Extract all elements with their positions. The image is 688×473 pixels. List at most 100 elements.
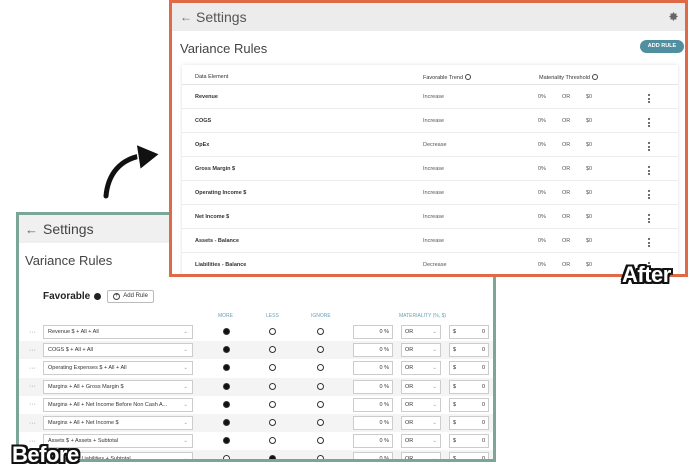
materiality-pct-input[interactable]: 0 %	[353, 416, 393, 431]
radio-more[interactable]	[223, 382, 230, 390]
kebab-menu-icon[interactable]	[648, 190, 650, 201]
materiality-pct-input[interactable]: 0 %	[353, 397, 393, 412]
info-icon[interactable]	[465, 74, 472, 80]
drag-handle-icon[interactable]: ···	[29, 383, 36, 390]
radio-more[interactable]	[223, 455, 230, 459]
materiality-amount-input[interactable]: $0	[449, 379, 489, 394]
kebab-menu-icon[interactable]	[648, 166, 650, 177]
radio-more[interactable]	[223, 346, 230, 354]
favorable-trend: Decrease	[423, 262, 447, 268]
radio-ignore[interactable]	[317, 328, 324, 335]
table-row[interactable]: Liabilities - Balance Decrease 0% OR $0	[182, 253, 678, 274]
gear-icon[interactable]	[668, 11, 679, 22]
radio-less[interactable]	[269, 364, 276, 372]
chevron-down-icon: ⌄	[432, 365, 437, 372]
currency-symbol: $	[453, 456, 457, 462]
radio-ignore[interactable]	[317, 400, 324, 408]
materiality-pct-input[interactable]: 0 %	[353, 452, 393, 459]
table-row[interactable]: COGS Increase 0% OR $0	[182, 109, 678, 133]
radio-more[interactable]	[223, 437, 230, 445]
radio-less[interactable]	[269, 437, 276, 445]
rule-value: Operating Expenses $ + All + All	[48, 365, 127, 372]
kebab-menu-icon[interactable]	[648, 94, 650, 105]
threshold-amount: $0	[586, 214, 593, 220]
drag-handle-icon[interactable]: ···	[29, 365, 36, 372]
table-row: ··· Operating Expenses $ + All + All ⌄ 0 % O…	[19, 359, 493, 377]
materiality-amount-input[interactable]: $0	[449, 325, 489, 340]
materiality-amount-input[interactable]: $0	[449, 343, 489, 358]
operator-select[interactable]: OR ⌄	[401, 397, 441, 412]
kebab-menu-icon[interactable]	[648, 238, 650, 249]
back-arrow-icon[interactable]: ←	[180, 10, 196, 24]
table-row[interactable]: Net Income $ Increase 0% OR $0	[182, 205, 678, 229]
operator-select[interactable]: OR ⌄	[401, 361, 441, 376]
materiality-amount-input[interactable]: $0	[449, 416, 489, 431]
kebab-menu-icon[interactable]	[648, 118, 650, 129]
operator-select[interactable]: OR ⌄	[401, 416, 441, 431]
radio-ignore[interactable]	[317, 364, 324, 372]
operator-select[interactable]: OR ⌄	[401, 434, 441, 449]
radio-ignore[interactable]	[317, 346, 324, 354]
rule-select[interactable]: Margins + All + Net Income Before Non Ca…	[43, 397, 193, 412]
table-row: ··· Assets $ + Assets + Subtotal ⌄ 0 % OR ⌄ $0	[19, 432, 493, 450]
drag-handle-icon[interactable]: ···	[29, 420, 36, 427]
radio-less[interactable]	[269, 455, 276, 459]
rule-select[interactable]: Margins + All + Net Income $ ⌄	[43, 416, 193, 431]
chevron-down-icon: ⌄	[183, 401, 188, 408]
radio-ignore[interactable]	[317, 437, 324, 445]
radio-more[interactable]	[223, 364, 230, 372]
radio-less[interactable]	[269, 382, 276, 390]
table-row[interactable]: Operating Income $ Increase 0% OR $0	[182, 181, 678, 205]
chevron-down-icon: ⌄	[432, 329, 437, 336]
materiality-pct-input[interactable]: 0 %	[353, 361, 393, 376]
back-arrow-icon[interactable]: ←	[25, 222, 43, 237]
radio-ignore[interactable]	[317, 382, 324, 390]
radio-less[interactable]	[269, 418, 276, 426]
operator-select[interactable]: OR ⌄	[401, 325, 441, 340]
radio-ignore[interactable]	[317, 455, 324, 459]
threshold-operator: OR	[562, 118, 571, 124]
amount-value: 0	[481, 401, 485, 408]
table-row[interactable]: Gross Margin $ Increase 0% OR $0	[182, 157, 678, 181]
drag-handle-icon[interactable]: ···	[29, 347, 36, 354]
rule-select[interactable]: Margins + All + Gross Margin $ ⌄	[43, 379, 193, 394]
materiality-amount-input[interactable]: $0	[449, 434, 489, 449]
add-rule-button[interactable]: + Add Rule	[107, 289, 154, 303]
info-icon[interactable]	[94, 292, 102, 300]
radio-more[interactable]	[223, 418, 230, 426]
table-row[interactable]: Assets - Balance Increase 0% OR $0	[182, 229, 678, 253]
drag-handle-icon[interactable]: ···	[29, 329, 36, 336]
materiality-amount-input[interactable]: $0	[449, 361, 489, 376]
info-icon[interactable]	[591, 74, 598, 80]
operator-select[interactable]: OR ⌄	[401, 452, 441, 459]
materiality-amount-input[interactable]: $0	[449, 452, 489, 462]
table-row[interactable]: OpEx Decrease 0% OR $0	[182, 133, 678, 157]
materiality-pct-input[interactable]: 0 %	[353, 434, 393, 449]
radio-less[interactable]	[269, 400, 276, 408]
kebab-menu-icon[interactable]	[648, 214, 650, 225]
operator-select[interactable]: OR ⌄	[401, 343, 441, 358]
radio-ignore[interactable]	[317, 418, 324, 426]
kebab-menu-icon[interactable]	[648, 142, 650, 153]
materiality-pct-input[interactable]: 0 %	[353, 343, 393, 358]
rule-value: Margins + All + Net Income Before Non Ca…	[48, 401, 168, 408]
materiality-pct-input[interactable]: 0 %	[353, 325, 393, 340]
radio-less[interactable]	[269, 328, 276, 335]
operator-select[interactable]: OR ⌄	[401, 379, 441, 394]
operator-value: OR	[405, 438, 414, 445]
operator-value: OR	[405, 420, 414, 427]
rule-select[interactable]: COGS $ + All + All ⌄	[43, 343, 193, 358]
rule-select[interactable]: Revenue $ + All + All ⌄	[43, 325, 193, 340]
radio-more[interactable]	[223, 328, 230, 335]
drag-handle-icon[interactable]: ···	[29, 401, 36, 408]
favorable-trend: Increase	[423, 118, 445, 124]
radio-less[interactable]	[269, 346, 276, 354]
table-row[interactable]: Revenue Increase 0% OR $0	[182, 85, 678, 109]
materiality-amount-input[interactable]: $0	[449, 397, 489, 412]
radio-more[interactable]	[223, 400, 230, 408]
col-less: LESS	[266, 313, 279, 319]
operator-value: OR	[405, 329, 414, 336]
rule-select[interactable]: Operating Expenses $ + All + All ⌄	[43, 361, 193, 376]
materiality-pct-input[interactable]: 0 %	[353, 379, 393, 394]
add-rule-button[interactable]: ADD RULE	[640, 40, 684, 53]
